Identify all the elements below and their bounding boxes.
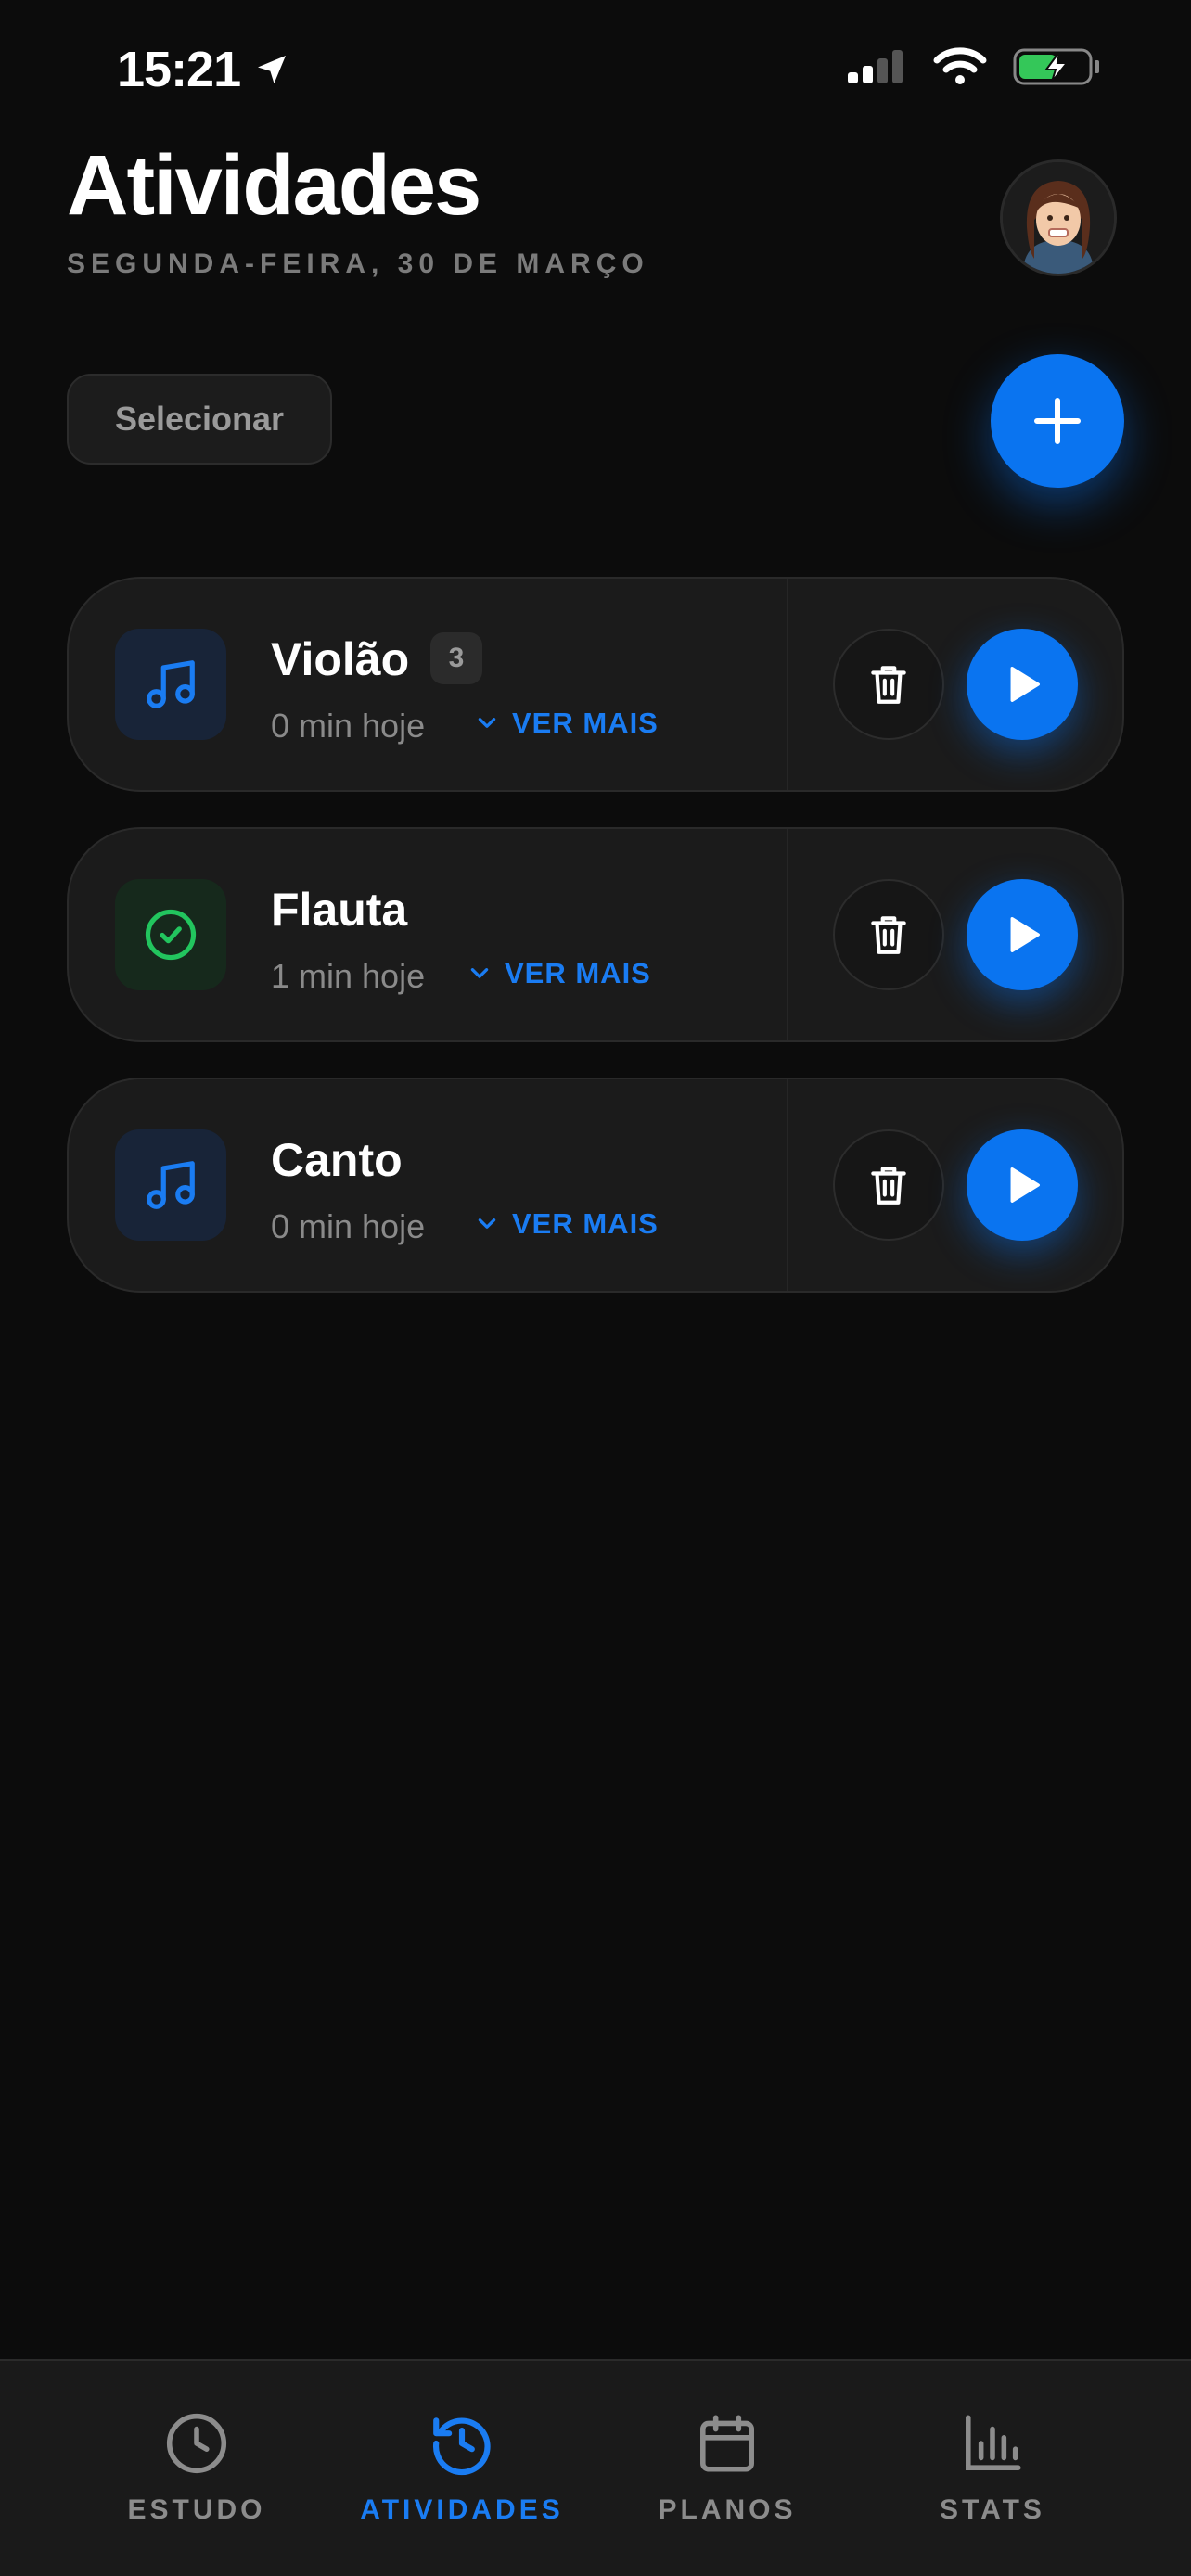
activity-card[interactable]: Flauta 1 min hoje VER MAIS <box>67 827 1124 1042</box>
start-activity-button[interactable] <box>967 879 1078 990</box>
battery-charging-icon <box>1013 48 1099 85</box>
activity-icon-tile <box>115 1129 226 1241</box>
tab-estudo[interactable]: ESTUDO <box>76 2409 317 2526</box>
see-more-label: VER MAIS <box>505 957 651 989</box>
card-divider <box>787 1079 788 1291</box>
see-more-link[interactable]: VER MAIS <box>475 707 659 740</box>
activity-name: Violão <box>271 633 410 685</box>
tab-label: ATIVIDADES <box>360 2494 564 2525</box>
activities-screen: 15:21 Atividades SEGUNDA-FEIRA, 30 DE MA… <box>0 0 1191 2576</box>
activity-name: Flauta <box>271 884 408 936</box>
trash-icon <box>871 666 906 704</box>
delete-activity-button[interactable] <box>833 629 944 740</box>
clock-icon <box>166 2413 227 2474</box>
activity-time-today: 1 min hoje <box>271 957 426 995</box>
music-note-icon <box>147 1161 195 1209</box>
wifi-icon <box>933 47 987 84</box>
activity-card[interactable]: Canto 0 min hoje VER MAIS <box>67 1078 1124 1293</box>
card-divider <box>787 579 788 790</box>
bar-chart-icon <box>966 2415 1021 2470</box>
tab-label: ESTUDO <box>127 2494 266 2525</box>
cellular-signal-icon <box>848 50 903 83</box>
page-title: Atividades <box>67 138 481 233</box>
tab-label: STATS <box>940 2494 1045 2525</box>
calendar-icon <box>700 2415 754 2472</box>
start-activity-button[interactable] <box>967 629 1078 740</box>
chevron-down-icon <box>478 718 496 728</box>
tab-stats[interactable]: STATS <box>872 2409 1113 2526</box>
plus-icon <box>1034 398 1081 444</box>
see-more-label: VER MAIS <box>512 1207 659 1240</box>
status-indicators <box>846 46 1102 87</box>
play-icon <box>1010 667 1040 702</box>
page-date: SEGUNDA-FEIRA, 30 DE MARÇO <box>67 249 649 279</box>
activity-time-today: 0 min hoje <box>271 707 426 745</box>
bottom-tab-bar: ESTUDO ATIVIDADES PLANOS STATS <box>0 2359 1191 2576</box>
status-time: 15:21 <box>117 41 290 98</box>
activity-icon-tile <box>115 629 226 740</box>
see-more-link[interactable]: VER MAIS <box>475 1207 659 1241</box>
avatar[interactable] <box>1000 159 1117 276</box>
delete-activity-button[interactable] <box>833 1129 944 1241</box>
avatar-portrait-icon <box>1003 162 1114 274</box>
delete-activity-button[interactable] <box>833 879 944 990</box>
activity-count-badge: 3 <box>430 632 482 684</box>
play-icon <box>1010 1167 1040 1203</box>
activity-icon-tile <box>115 879 226 990</box>
see-more-link[interactable]: VER MAIS <box>467 957 651 990</box>
tab-label: PLANOS <box>658 2494 797 2525</box>
location-arrow-icon <box>258 56 287 83</box>
activity-card[interactable]: Violão 3 0 min hoje VER MAIS <box>67 577 1124 792</box>
chevron-down-icon <box>478 1218 496 1229</box>
status-time-text: 15:21 <box>117 42 241 97</box>
tab-atividades[interactable]: ATIVIDADES <box>341 2409 583 2526</box>
activity-name: Canto <box>271 1134 403 1186</box>
add-activity-button[interactable] <box>991 354 1124 488</box>
trash-icon <box>871 1167 906 1205</box>
trash-icon <box>871 916 906 954</box>
start-activity-button[interactable] <box>967 1129 1078 1241</box>
check-circle-icon <box>145 909 197 961</box>
play-icon <box>1010 917 1040 952</box>
select-button[interactable]: Selecionar <box>67 374 332 465</box>
activity-time-today: 0 min hoje <box>271 1207 426 1245</box>
chevron-down-icon <box>470 968 489 978</box>
tab-planos[interactable]: PLANOS <box>607 2409 848 2526</box>
see-more-label: VER MAIS <box>512 707 659 739</box>
history-icon <box>432 2417 491 2476</box>
card-divider <box>787 829 788 1040</box>
music-note-icon <box>147 660 195 708</box>
